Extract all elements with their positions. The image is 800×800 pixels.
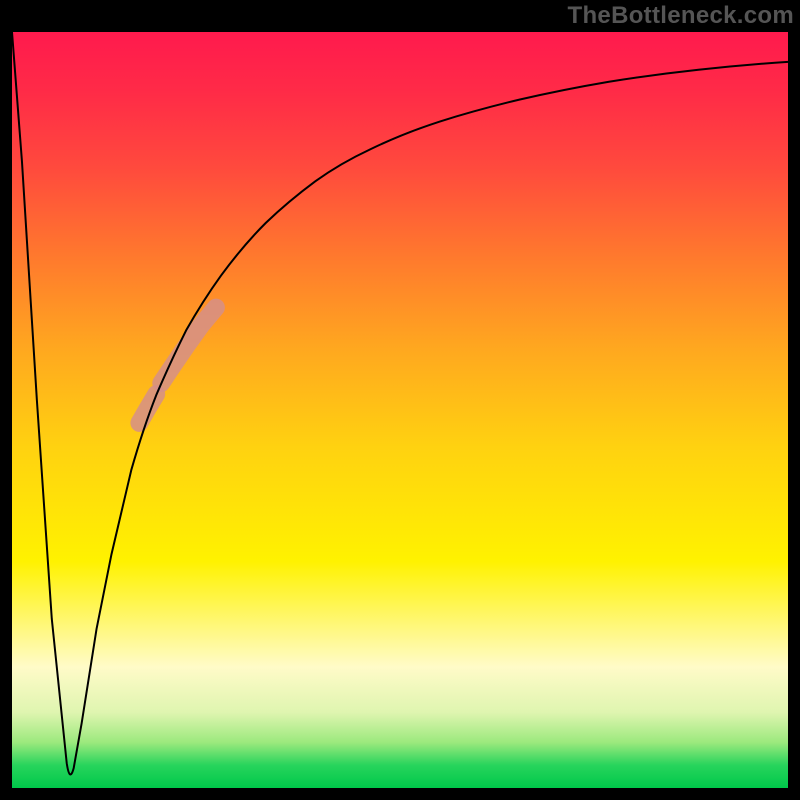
watermark-text: TheBottleneck.com bbox=[568, 2, 794, 30]
highlight-segment-upper bbox=[161, 308, 216, 384]
chart-svg bbox=[12, 32, 788, 788]
plot-area bbox=[10, 30, 790, 790]
chart-frame: TheBottleneck.com bbox=[0, 0, 800, 800]
bottleneck-curve bbox=[12, 32, 788, 775]
